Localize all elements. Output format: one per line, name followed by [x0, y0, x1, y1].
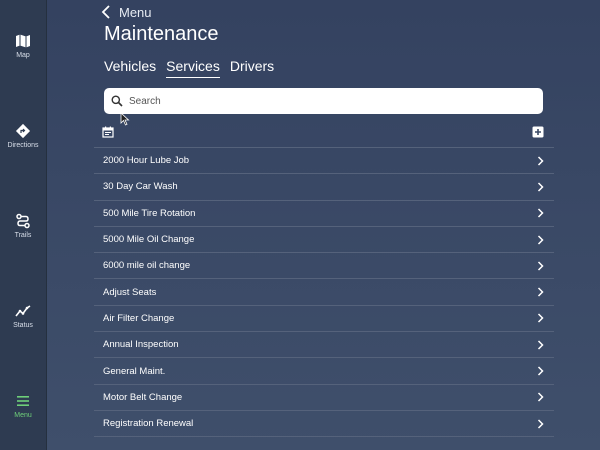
- add-icon[interactable]: [532, 126, 544, 138]
- list-item-label: General Maint.: [103, 365, 166, 377]
- tab-vehicles[interactable]: Vehicles: [104, 58, 156, 78]
- search-bar[interactable]: [104, 88, 543, 114]
- chevron-right-icon: [537, 182, 544, 192]
- sidebar-item-label: Map: [16, 52, 30, 59]
- mouse-cursor-icon: [120, 112, 130, 126]
- tab-services[interactable]: Services: [166, 58, 220, 78]
- chevron-right-icon: [537, 287, 544, 297]
- chevron-right-icon: [537, 419, 544, 429]
- sidebar-item-label: Menu: [14, 412, 32, 419]
- list-item-label: 30 Day Car Wash: [103, 181, 178, 193]
- sidebar-item-label: Trails: [14, 232, 32, 239]
- list-item[interactable]: General Maint.: [94, 358, 554, 385]
- chevron-right-icon: [537, 261, 544, 271]
- list-item-label: 500 Mile Tire Rotation: [103, 207, 196, 219]
- status-icon: [15, 305, 31, 317]
- list-item-label: Adjust Seats: [103, 286, 157, 298]
- chevron-right-icon: [537, 366, 544, 376]
- chevron-left-icon: [101, 5, 110, 19]
- sidebar-item-label: Status: [13, 322, 33, 329]
- list-item[interactable]: 2000 Hour Lube Job: [94, 148, 554, 175]
- search-icon: [111, 95, 123, 107]
- list-item-label: Registration Renewal: [103, 418, 194, 430]
- chevron-right-icon: [537, 235, 544, 245]
- sidebar-item-directions[interactable]: Directions: [0, 123, 46, 173]
- page-title: Maintenance: [104, 23, 219, 45]
- list-item-label: 2000 Hour Lube Job: [103, 155, 190, 167]
- list-item[interactable]: 6000 mile oil change: [94, 253, 554, 280]
- calendar-icon[interactable]: [102, 126, 114, 138]
- list-item[interactable]: Adjust Seats: [94, 279, 554, 306]
- list-item[interactable]: Annual Inspection: [94, 332, 554, 359]
- services-list: 2000 Hour Lube Job 30 Day Car Wash 500 M…: [94, 147, 554, 438]
- list-item-label: 6000 mile oil change: [103, 260, 191, 272]
- chevron-right-icon: [537, 392, 544, 402]
- search-input[interactable]: [127, 94, 531, 108]
- main-panel: Menu Maintenance Vehicles Services Drive…: [47, 0, 600, 450]
- list-item-label: Air Filter Change: [103, 312, 175, 324]
- directions-icon: [15, 123, 31, 139]
- trails-icon: [16, 213, 30, 229]
- back-label: Menu: [119, 4, 152, 20]
- list-item[interactable]: Air Filter Change: [94, 306, 554, 333]
- sidebar: Map Directions Trails Status Menu: [0, 0, 47, 450]
- menu-icon: [17, 396, 29, 406]
- sidebar-item-status[interactable]: Status: [0, 303, 46, 353]
- list-item[interactable]: 30 Day Car Wash: [94, 174, 554, 201]
- sidebar-item-trails[interactable]: Trails: [0, 213, 46, 263]
- back-button[interactable]: Menu: [101, 4, 152, 20]
- list-item-label: Annual Inspection: [103, 339, 179, 351]
- sidebar-item-map[interactable]: Map: [0, 33, 46, 83]
- chevron-right-icon: [537, 208, 544, 218]
- list-item[interactable]: 500 Mile Tire Rotation: [94, 201, 554, 227]
- list-item-label: 5000 Mile Oil Change: [103, 234, 195, 246]
- sidebar-item-label: Directions: [7, 142, 39, 149]
- chevron-right-icon: [537, 313, 544, 323]
- list-item[interactable]: Registration Renewal: [94, 411, 554, 438]
- list-item[interactable]: 5000 Mile Oil Change: [94, 227, 554, 254]
- chevron-right-icon: [537, 156, 544, 166]
- map-icon: [16, 34, 30, 48]
- sidebar-item-menu[interactable]: Menu: [0, 393, 46, 443]
- chevron-right-icon: [537, 340, 544, 350]
- list-item[interactable]: Motor Belt Change: [94, 385, 554, 411]
- tab-drivers[interactable]: Drivers: [230, 58, 274, 78]
- list-item-label: Motor Belt Change: [103, 391, 183, 403]
- tab-bar: Vehicles Services Drivers: [104, 58, 284, 78]
